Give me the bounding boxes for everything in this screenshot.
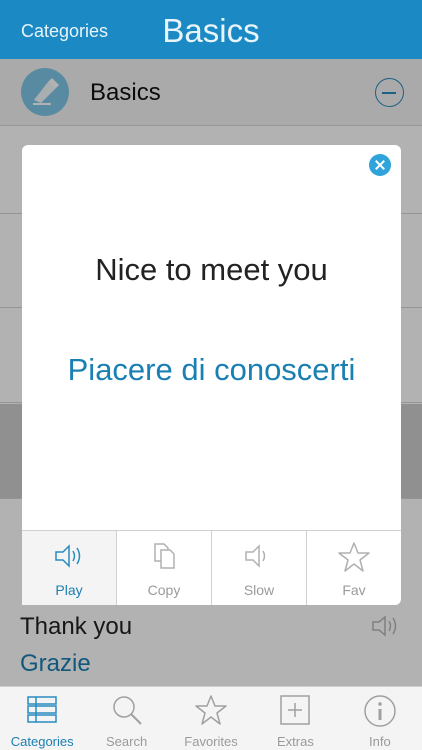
favorite-button[interactable]: Fav: [307, 531, 401, 605]
tab-info-label: Info: [368, 734, 391, 749]
plus-box-icon: [280, 695, 311, 725]
speaker-icon: [245, 544, 266, 568]
navigation-bar: Categories Basics: [0, 0, 422, 59]
slow-play-button[interactable]: Slow: [212, 531, 307, 605]
copy-label: Copy: [147, 582, 181, 598]
fav-label: Fav: [342, 582, 366, 598]
tab-bar: Categories Search Favorites Extras Info: [0, 686, 422, 750]
star-icon: [338, 542, 370, 572]
play-button[interactable]: Play: [22, 531, 117, 605]
tab-favorites[interactable]: Favorites: [169, 687, 253, 750]
modal-action-bar: Play Copy Slow Fav: [22, 530, 401, 605]
tab-extras[interactable]: Extras: [253, 687, 337, 750]
tab-search[interactable]: Search: [84, 687, 168, 750]
play-label: Play: [55, 582, 83, 598]
copy-button[interactable]: Copy: [117, 531, 212, 605]
list-icon: [27, 696, 57, 723]
star-icon: [195, 695, 227, 725]
phrase-detail-modal: Nice to meet you Piacere di conoscerti P…: [22, 145, 401, 605]
modal-italian-phrase: Piacere di conoscerti: [67, 352, 356, 387]
slow-label: Slow: [243, 582, 275, 598]
modal-english-phrase: Nice to meet you: [95, 252, 328, 287]
tab-extras-label: Extras: [277, 734, 314, 749]
close-icon[interactable]: [369, 154, 391, 176]
copy-icon: [154, 543, 175, 569]
speaker-icon: [55, 544, 81, 568]
tab-categories-label: Categories: [10, 734, 74, 749]
search-icon: [112, 696, 142, 725]
page-title: Basics: [162, 12, 260, 49]
tab-favorites-label: Favorites: [184, 734, 238, 749]
tab-info[interactable]: Info: [338, 687, 422, 750]
tab-search-label: Search: [106, 734, 148, 749]
info-icon: [364, 695, 396, 727]
tab-categories[interactable]: Categories: [0, 687, 84, 750]
